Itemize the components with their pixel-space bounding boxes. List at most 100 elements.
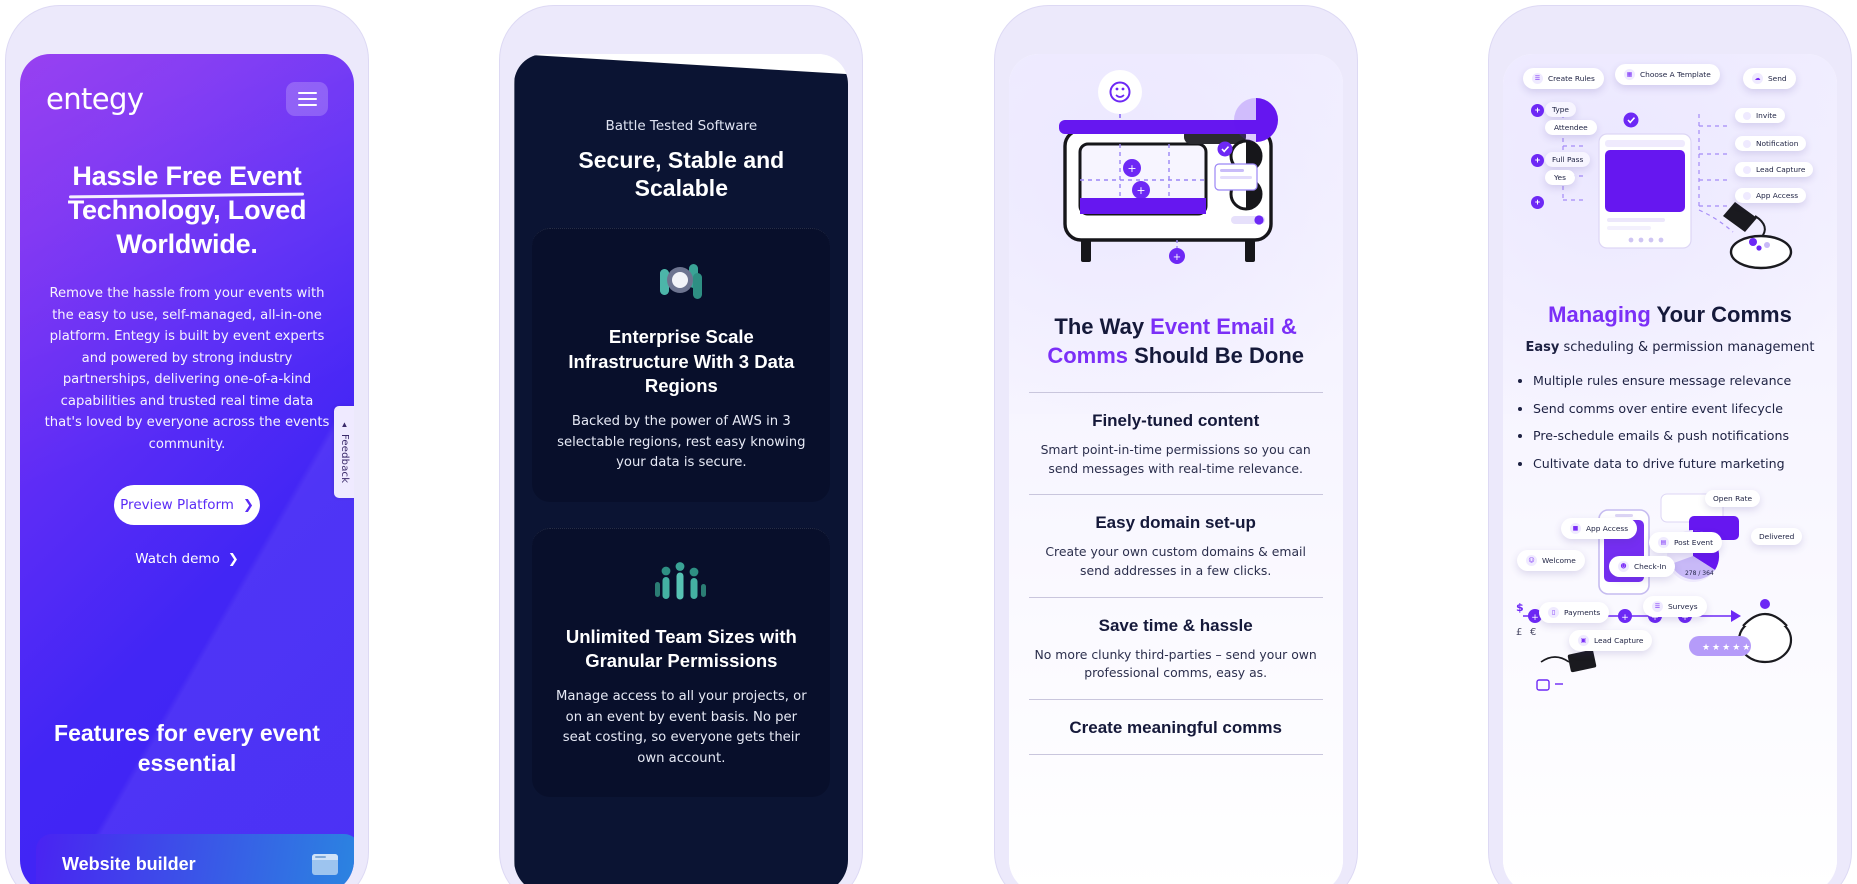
flow-field-label: Type xyxy=(1551,105,1569,114)
watch-demo-button[interactable]: Watch demo ❯ xyxy=(20,551,354,567)
star-rating: ★★★★★ xyxy=(1693,638,1761,658)
dark-section: Battle Tested Software Secure, Stable an… xyxy=(514,54,849,884)
svg-text:+: + xyxy=(1127,162,1136,175)
triangle-up-icon: ▲ xyxy=(340,420,349,430)
scan-icon: ▣ xyxy=(1577,634,1589,646)
phone-mockup-4: ☰ Create Rules ▦ Choose A Template ☁ Sen… xyxy=(1488,0,1851,884)
plus-icon[interactable]: + xyxy=(1530,104,1544,117)
chip-label: Lead Capture xyxy=(1593,635,1644,645)
features-section-heading: Features for every event essential xyxy=(54,720,320,776)
svg-text:+: + xyxy=(1172,252,1180,263)
phone-mockup-2: Battle Tested Software Secure, Stable an… xyxy=(500,0,863,884)
chip-label: Lead Capture xyxy=(1755,165,1806,174)
flow-field-type[interactable]: Type xyxy=(1544,102,1576,117)
chip-payments[interactable]: ▯ Payments xyxy=(1538,601,1610,623)
dark-headline-line2: Scalable xyxy=(634,175,728,202)
feature-card-website-builder[interactable]: Website builder xyxy=(36,834,354,884)
app-icon xyxy=(1742,191,1751,200)
chip-check-in[interactable]: ☻ Check-In xyxy=(1608,555,1676,577)
donut-label: 278 / 364 xyxy=(1679,568,1720,579)
chip-lead-capture-2[interactable]: ▣ Lead Capture xyxy=(1568,629,1653,651)
chip-welcome[interactable]: ☺ Welcome xyxy=(1516,549,1585,571)
feedback-tab-label: Feedback xyxy=(339,434,350,484)
list-item: Create meaningful comms xyxy=(1028,698,1323,755)
list-item-title: Create meaningful comms xyxy=(1069,717,1282,737)
feature-card-label: Website builder xyxy=(62,853,196,874)
chip-app-access[interactable]: App Access xyxy=(1734,188,1807,203)
chip-label: App Access xyxy=(1755,191,1799,200)
flow-value-attendee[interactable]: Attendee xyxy=(1544,120,1597,135)
stars: ★★★★★ xyxy=(1701,642,1753,653)
list-item-body: No more clunky third-parties – send your… xyxy=(1034,646,1317,681)
feature-card-2-body: Manage access to all your projects, or o… xyxy=(556,689,807,766)
svg-text:+: + xyxy=(1136,184,1145,197)
email-comms-machine-illustration: + + + xyxy=(1009,54,1343,304)
bell-icon xyxy=(1742,139,1751,148)
plus-icon[interactable]: + xyxy=(1530,154,1544,167)
preview-platform-button[interactable]: Preview Platform ❯ xyxy=(114,485,260,526)
managing-subtitle: Easy scheduling & permission management xyxy=(1521,340,1819,355)
hamburger-icon[interactable] xyxy=(286,82,328,116)
feedback-tab[interactable]: ▲ Feedback xyxy=(334,406,354,498)
checkin-icon: ☻ xyxy=(1617,560,1629,572)
entegy-logo[interactable]: entegy xyxy=(46,82,144,116)
feature-card-1: Enterprise Scale Infrastructure With 3 D… xyxy=(532,228,831,502)
comms-headline-plain1: The Way xyxy=(1054,314,1151,339)
chip-send[interactable]: ☁ Send xyxy=(1742,68,1796,89)
invite-icon xyxy=(1742,111,1751,120)
list-item-body: Smart point-in-time permissions so you c… xyxy=(1040,442,1311,476)
chip-label: Send xyxy=(1767,74,1787,83)
plus-icon[interactable]: + xyxy=(1530,196,1544,209)
comms-headline-accent2: Comms xyxy=(1047,343,1128,369)
smile-icon: ☺ xyxy=(1525,554,1537,566)
managing-comms-section: ☰ Create Rules ▦ Choose A Template ☁ Sen… xyxy=(1502,54,1837,884)
hero-paragraph: Remove the hassle from your events with … xyxy=(44,286,330,452)
eyebrow-text: Battle Tested Software xyxy=(605,118,758,134)
server-storage-icon xyxy=(554,259,808,307)
list-item: Easy domain set-up Create your own custo… xyxy=(1028,494,1323,596)
comms-headline-plain2: Should Be Done xyxy=(1128,343,1304,369)
comms-headline: The Way Event Email & Comms Should Be Do… xyxy=(1025,312,1327,370)
chip-app-access-2[interactable]: ■ App Access xyxy=(1560,517,1638,539)
hero-headline-line3: Worldwide. xyxy=(116,228,258,259)
chip-label: Notification xyxy=(1755,139,1799,148)
card-icon: ▯ xyxy=(1547,606,1559,618)
bullet-item: Cultivate data to drive future marketing xyxy=(1533,456,1815,472)
chip-post-event[interactable]: ▤ Post Event xyxy=(1648,531,1722,553)
chip-lead-capture[interactable]: Lead Capture xyxy=(1734,162,1814,177)
bullet-item: Multiple rules ensure message relevance xyxy=(1533,373,1815,389)
chip-notification[interactable]: Notification xyxy=(1734,136,1807,151)
chip-invite[interactable]: Invite xyxy=(1734,108,1785,123)
app-access-icon: ■ xyxy=(1569,522,1581,534)
chip-surveys[interactable]: ☰ Surveys xyxy=(1642,595,1707,617)
chip-label: Surveys xyxy=(1667,601,1698,611)
team-people-icon xyxy=(554,559,808,607)
stat-label: Delivered xyxy=(1758,531,1795,541)
flow-field-value: Yes xyxy=(1553,173,1566,182)
bullet-item: Pre-schedule emails & push notifications xyxy=(1533,428,1815,444)
bullet-item: Send comms over entire event lifecycle xyxy=(1533,401,1815,417)
dark-headline: Secure, Stable and Scalable xyxy=(544,146,818,202)
chip-create-rules[interactable]: ☰ Create Rules xyxy=(1522,68,1604,89)
chip-label: Payments xyxy=(1563,607,1601,617)
list-rules-icon: ☰ xyxy=(1531,73,1543,84)
template-icon: ▦ xyxy=(1623,69,1635,80)
chip-label: Welcome xyxy=(1541,555,1576,565)
hero-navbar: entegy xyxy=(20,54,354,116)
comms-section: + + + The Way Event Email & Comms Should… xyxy=(1008,54,1343,884)
managing-headline-plain: Your Comms xyxy=(1650,302,1792,327)
calendar-icon: ▤ xyxy=(1657,536,1669,548)
list-item-title: Finely-tuned content xyxy=(1092,411,1260,431)
chip-choose-template[interactable]: ▦ Choose A Template xyxy=(1614,64,1720,85)
chevron-right-icon: ❯ xyxy=(242,497,254,513)
managing-headline-accent: Managing xyxy=(1548,302,1651,327)
chip-label: Check-In xyxy=(1633,561,1667,571)
phone-notch xyxy=(1111,24,1240,50)
hero-section: entegy Hassle Free Event Technology, Lov… xyxy=(20,54,354,884)
flow-value-yes[interactable]: Yes xyxy=(1544,170,1575,185)
phone-mockup-1: entegy Hassle Free Event Technology, Lov… xyxy=(6,0,368,884)
flow-field-label: Full Pass xyxy=(1551,155,1584,164)
flow-field-fullpass[interactable]: Full Pass xyxy=(1544,152,1591,167)
chip-label: Create Rules xyxy=(1547,74,1595,83)
browser-window-icon xyxy=(312,853,338,875)
